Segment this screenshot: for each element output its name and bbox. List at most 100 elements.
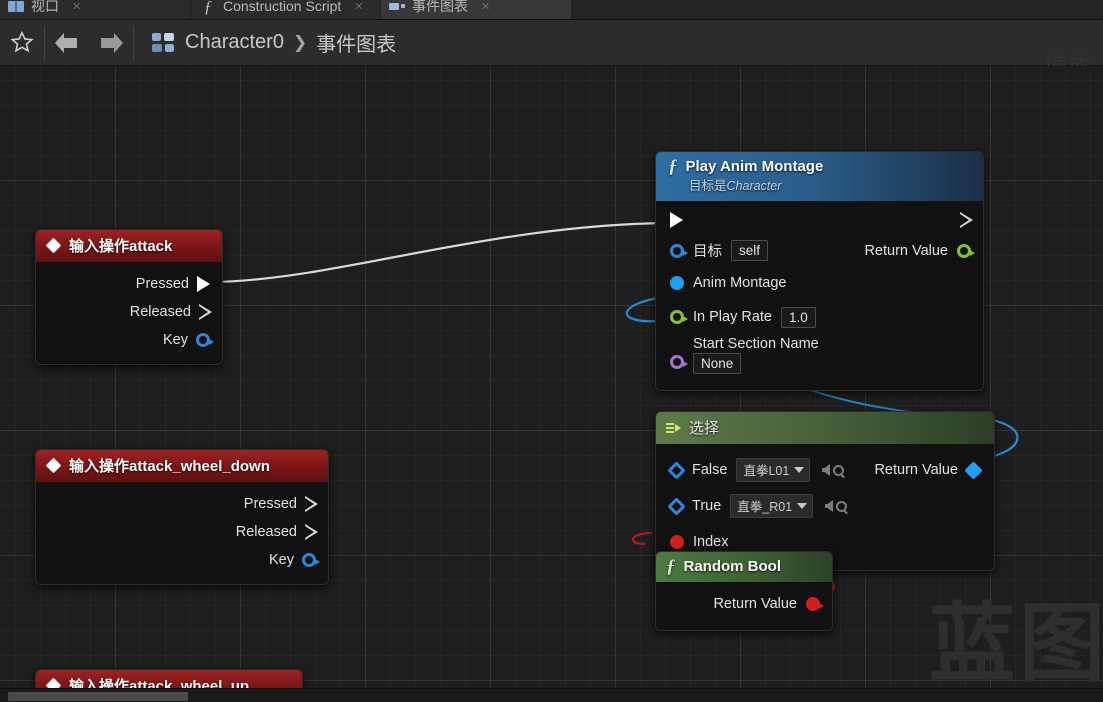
- tab-event-graph[interactable]: 事件图表 ✕: [381, 0, 571, 19]
- pin-label: Anim Montage: [693, 275, 787, 291]
- node-title: 输入操作attack: [69, 238, 173, 255]
- node-body: Pressed Released Key: [36, 482, 328, 584]
- breadcrumb-root[interactable]: Character0: [185, 31, 284, 54]
- node-header: ƒ Random Bool: [656, 552, 832, 582]
- pin-label: Key: [163, 332, 188, 348]
- graph-canvas[interactable]: 蓝图 输入操作attack Pressed Released Key 输入操作a…: [0, 66, 1103, 702]
- forward-button[interactable]: [89, 20, 133, 66]
- star-icon: [10, 30, 34, 53]
- pin-label: Return Value: [713, 596, 797, 612]
- node-title: Play Anim Montage: [685, 158, 824, 175]
- node-title: Random Bool: [683, 558, 782, 575]
- pin-row[interactable]: Key: [36, 326, 222, 354]
- pin-tools[interactable]: [825, 500, 848, 512]
- tab-close-icon[interactable]: ✕: [354, 0, 363, 13]
- node-input-action-attack[interactable]: 输入操作attack Pressed Released Key: [35, 229, 223, 365]
- pin-row[interactable]: Pressed: [36, 490, 328, 518]
- exec-pin-released[interactable]: [305, 524, 318, 540]
- exec-pin-pressed[interactable]: [197, 276, 210, 292]
- tab-strip: 视口 ✕ ƒ Construction Script ✕ 事件图表 ✕: [0, 0, 1103, 20]
- select-icon: [666, 422, 681, 433]
- node-header: ƒ Play Anim Montage 目标是Character: [656, 152, 983, 201]
- wildcard-pin-return-value[interactable]: [964, 460, 983, 480]
- tab-close-icon[interactable]: ✕: [481, 0, 490, 13]
- tab-label: 事件图表: [412, 0, 468, 14]
- chevron-down-icon: [794, 466, 805, 473]
- exec-pin-in[interactable]: [670, 211, 683, 228]
- node-header: 选择: [656, 412, 994, 444]
- pin-label: Return Value: [874, 462, 958, 478]
- pin-row[interactable]: Pressed: [36, 270, 222, 298]
- function-icon: ƒ: [203, 0, 213, 16]
- node-random-bool[interactable]: ƒ Random Bool Return Value: [655, 551, 833, 631]
- target-value-field[interactable]: self: [731, 240, 769, 261]
- exec-pin-out[interactable]: [960, 211, 973, 228]
- object-pin-target[interactable]: [670, 243, 688, 258]
- pin-row-false[interactable]: False 直拳L01 Return Value: [656, 452, 994, 488]
- breadcrumb-toolbar: Character0 ❯ 事件图表 缩放: [0, 20, 1103, 78]
- toolbar-divider-2: [133, 25, 134, 60]
- pin-row-anim-montage[interactable]: Anim Montage: [656, 266, 983, 300]
- back-arrow-icon: [55, 32, 77, 53]
- node-input-action-attack-wheel-down[interactable]: 输入操作attack_wheel_down Pressed Released K…: [35, 449, 329, 585]
- pin-row-in-play-rate[interactable]: In Play Rate 1.0: [656, 300, 983, 334]
- false-value-dropdown[interactable]: 直拳L01: [736, 458, 811, 482]
- browse-asset-icon[interactable]: [836, 500, 848, 512]
- node-subtitle-target: Character: [726, 179, 782, 193]
- pin-label: Start Section Name: [693, 336, 819, 352]
- pin-row[interactable]: Key: [36, 546, 328, 574]
- dropdown-value: 直拳L01: [743, 464, 790, 478]
- node-play-anim-montage[interactable]: ƒ Play Anim Montage 目标是Character 目标 self…: [655, 151, 984, 391]
- bool-pin-return-value[interactable]: [806, 597, 824, 611]
- pin-tools[interactable]: [822, 464, 845, 476]
- pin-row-start-section-name[interactable]: Start Section Name None: [656, 334, 983, 380]
- tab-close-icon[interactable]: ✕: [72, 0, 81, 13]
- wildcard-pin-true[interactable]: [667, 496, 686, 516]
- use-selected-asset-icon[interactable]: [822, 464, 831, 476]
- node-select[interactable]: 选择 False 直拳L01 Return Value True 直拳_R01 …: [655, 411, 995, 571]
- browse-asset-icon[interactable]: [833, 464, 845, 476]
- float-pin-return-value[interactable]: [957, 243, 975, 258]
- node-body: 目标 self Return Value Anim Montage In Pla…: [656, 201, 983, 390]
- tab-construction-script[interactable]: ƒ Construction Script ✕: [192, 0, 380, 19]
- pin-label: Pressed: [243, 496, 297, 512]
- pin-row[interactable]: Released: [36, 518, 328, 546]
- true-value-dropdown[interactable]: 直拳_R01: [730, 494, 814, 518]
- start-section-name-field[interactable]: None: [693, 353, 742, 374]
- object-pin-anim-montage[interactable]: [670, 276, 684, 290]
- exec-pin-pressed[interactable]: [305, 496, 318, 512]
- graph-icon: [389, 0, 405, 13]
- favorite-button[interactable]: [0, 20, 44, 66]
- pin-row-exec[interactable]: [656, 207, 983, 235]
- pin-label: Return Value: [864, 242, 948, 259]
- chevron-down-icon: [797, 502, 808, 509]
- scrollbar-thumb[interactable]: [8, 692, 188, 701]
- name-pin-start-section[interactable]: [670, 355, 688, 369]
- float-pin-in-play-rate[interactable]: [670, 310, 688, 324]
- tab-viewport[interactable]: 视口 ✕: [0, 0, 190, 19]
- breadcrumb-separator: ❯: [292, 32, 308, 52]
- node-subtitle-prefix: 目标是: [689, 179, 727, 193]
- node-header: 输入操作attack: [36, 230, 222, 262]
- struct-pin-key[interactable]: [302, 553, 320, 567]
- breadcrumb-leaf[interactable]: 事件图表: [316, 28, 396, 57]
- pin-row-return-value[interactable]: Return Value: [656, 588, 832, 620]
- blueprint-editor-window: 视口 ✕ ƒ Construction Script ✕ 事件图表 ✕ Char…: [0, 0, 1103, 702]
- pin-label: False: [692, 462, 728, 478]
- event-diamond-icon: [45, 237, 62, 254]
- bool-pin-index[interactable]: [670, 535, 684, 549]
- back-button[interactable]: [45, 20, 89, 66]
- use-selected-asset-icon[interactable]: [825, 500, 834, 512]
- tab-label: 视口: [31, 0, 59, 14]
- pin-row-true[interactable]: True 直拳_R01: [656, 488, 994, 524]
- wildcard-pin-false[interactable]: [667, 460, 686, 480]
- pin-row[interactable]: Released: [36, 298, 222, 326]
- viewport-icon: [8, 0, 24, 13]
- struct-pin-key[interactable]: [196, 333, 214, 347]
- breadcrumb: Character0 ❯ 事件图表: [152, 28, 396, 57]
- in-play-rate-field[interactable]: 1.0: [781, 306, 816, 328]
- exec-pin-released[interactable]: [199, 304, 212, 320]
- pin-row-target[interactable]: 目标 self Return Value: [656, 235, 983, 266]
- dropdown-value: 直拳_R01: [737, 500, 793, 514]
- horizontal-scrollbar[interactable]: [0, 688, 1103, 702]
